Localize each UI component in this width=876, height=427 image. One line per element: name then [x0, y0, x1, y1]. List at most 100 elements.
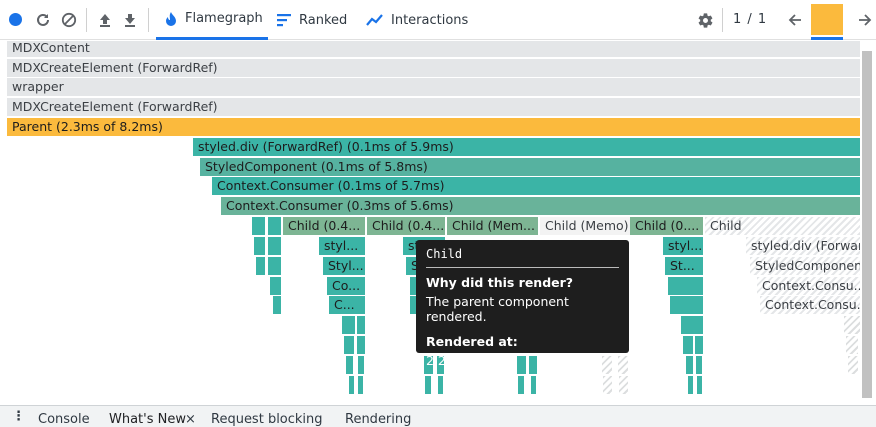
flamegraph-node[interactable]: wrapper	[7, 78, 860, 96]
tooltip-rendered-text: 2.2s for 8.2ms	[426, 353, 517, 368]
flamegraph-node[interactable]: Co...	[327, 277, 365, 295]
commit-bar[interactable]	[811, 4, 843, 35]
flamegraph-node-child[interactable]: Child (Mem...	[447, 217, 538, 235]
flamegraph-node[interactable]: Context.Consumer (0.3ms of 5.6ms)	[221, 197, 860, 215]
flamegraph-node[interactable]	[346, 356, 353, 374]
flamegraph-node[interactable]	[670, 296, 703, 314]
flamegraph-node[interactable]	[357, 316, 365, 334]
ranked-icon	[277, 14, 291, 27]
flamegraph-node[interactable]	[358, 376, 363, 394]
drawer-tab-rendering[interactable]: Rendering	[345, 412, 411, 427]
flamegraph-node[interactable]: Styl...	[323, 257, 365, 275]
flamegraph-node[interactable]: MDXCreateElement (ForwardRef)	[7, 98, 860, 116]
flamegraph-node[interactable]	[357, 336, 365, 354]
vertical-scrollbar[interactable]	[862, 51, 872, 398]
flamegraph-node[interactable]: MDXContent	[7, 41, 860, 57]
flamegraph-node[interactable]	[438, 376, 443, 394]
flamegraph-node[interactable]	[683, 336, 693, 354]
save-profile-button[interactable]	[121, 11, 139, 29]
flamegraph-node[interactable]: MDXCreateElement (ForwardRef)	[7, 59, 860, 77]
record-button[interactable]	[9, 13, 22, 26]
flamegraph-node[interactable]	[686, 356, 693, 374]
download-icon	[125, 14, 135, 27]
flamegraph-node[interactable]	[668, 277, 703, 295]
flamegraph-node[interactable]	[358, 356, 364, 374]
flamegraph-node-child[interactable]: Child	[705, 217, 860, 235]
drawer-tabbar: ⋮ Console What's New × Request blocking …	[0, 405, 876, 427]
tab-interactions[interactable]: Interactions	[366, 0, 468, 40]
flamegraph-node-child[interactable]: Child (Memo)	[540, 217, 630, 235]
flamegraph-node-child[interactable]: Child (0.4...	[367, 217, 445, 235]
flamegraph-node[interactable]	[681, 316, 703, 334]
flamegraph-node[interactable]	[268, 217, 281, 235]
flamegraph-node[interactable]	[618, 356, 628, 374]
reload-icon	[37, 13, 49, 26]
flamegraph-node[interactable]	[696, 356, 702, 374]
record-dot-icon	[9, 13, 22, 26]
flamegraph-node[interactable]	[344, 336, 354, 354]
flamegraph-node[interactable]: Context.Consumer (0.1ms of 5.7ms)	[212, 177, 860, 195]
tab-label: Flamegraph	[185, 11, 263, 26]
tab-flamegraph[interactable]: Flamegraph	[156, 0, 268, 40]
interactions-icon	[366, 14, 383, 26]
flamegraph-node[interactable]	[603, 376, 612, 394]
toolbar-divider	[86, 8, 87, 32]
flamegraph-node[interactable]: StyledComponent (0.1ms of 5.8ms)	[200, 158, 860, 176]
toolbar-divider	[722, 8, 723, 32]
close-icon[interactable]: ×	[185, 412, 196, 427]
flamegraph-node[interactable]: C...	[329, 296, 365, 314]
flamegraph-node-child[interactable]: Child (0.4...	[283, 217, 365, 235]
toolbar: Flamegraph Ranked Interactions 1 / 1	[0, 0, 876, 40]
tooltip-title: Child	[426, 247, 619, 268]
flamegraph-node[interactable]	[256, 257, 265, 275]
tooltip-why-text: The parent component rendered.	[426, 294, 569, 324]
flamegraph-node[interactable]	[619, 376, 628, 394]
flamegraph-node[interactable]: styled.div (ForwardRef) (0.1ms of 5.9ms)	[193, 138, 860, 156]
reload-button[interactable]	[34, 11, 52, 29]
tab-label: Interactions	[391, 12, 469, 28]
settings-button[interactable]	[696, 11, 714, 29]
flamegraph-node[interactable]	[254, 237, 265, 255]
flamegraph-node[interactable]	[342, 316, 355, 334]
flamegraph-node[interactable]	[697, 376, 702, 394]
tooltip-rendered-heading: Rendered at:	[426, 334, 518, 349]
clear-button[interactable]	[60, 11, 78, 29]
flame-icon	[166, 11, 176, 26]
flamegraph-node[interactable]	[688, 376, 693, 394]
drawer-tab-request-blocking[interactable]: Request blocking	[211, 412, 323, 427]
tab-label: Ranked	[299, 12, 348, 28]
tab-ranked[interactable]: Ranked	[276, 0, 347, 40]
flamegraph-node[interactable]	[270, 277, 281, 295]
flamegraph-node[interactable]: St...	[665, 257, 703, 275]
flamegraph-node[interactable]	[425, 376, 431, 394]
flamegraph-node[interactable]	[268, 237, 281, 255]
drawer-menu-icon[interactable]: ⋮	[12, 409, 25, 424]
flamegraph-node[interactable]	[349, 376, 354, 394]
flamegraph-node[interactable]	[518, 376, 524, 394]
flamegraph-node[interactable]	[531, 376, 536, 394]
flamegraph-node[interactable]	[846, 336, 858, 354]
flamegraph-node[interactable]	[268, 257, 281, 275]
load-profile-button[interactable]	[96, 11, 114, 29]
flamegraph-node[interactable]: styl...	[663, 237, 703, 255]
flamegraph-node[interactable]: styl...	[319, 237, 365, 255]
flamegraph-node[interactable]	[844, 316, 860, 334]
flamegraph-node[interactable]: StyledComponent	[750, 257, 860, 275]
flamegraph-node[interactable]: Context.Consu...	[760, 296, 860, 314]
arrow-right-icon	[859, 14, 872, 26]
upload-icon	[100, 14, 110, 27]
next-commit-button[interactable]	[856, 11, 874, 29]
drawer-tab-whats-new[interactable]: What's New	[109, 412, 186, 427]
flamegraph-node[interactable]	[695, 336, 703, 354]
flamegraph-node[interactable]	[848, 356, 858, 374]
flamegraph-node[interactable]: styled.div (Forwar...	[746, 237, 860, 255]
previous-commit-button[interactable]	[786, 11, 804, 29]
flamegraph-node[interactable]	[252, 217, 265, 235]
flamegraph-node[interactable]	[273, 296, 281, 314]
flamegraph-node-child[interactable]: Child (0....	[630, 217, 703, 235]
drawer-tab-console[interactable]: Console	[38, 412, 90, 427]
flamegraph-node[interactable]: Context.Consu...	[757, 277, 860, 295]
flamegraph-node-parent[interactable]: Parent (2.3ms of 8.2ms)	[7, 118, 860, 136]
render-tooltip: Child Why did this render? The parent co…	[416, 240, 629, 368]
tooltip-why-heading: Why did this render?	[426, 275, 574, 290]
